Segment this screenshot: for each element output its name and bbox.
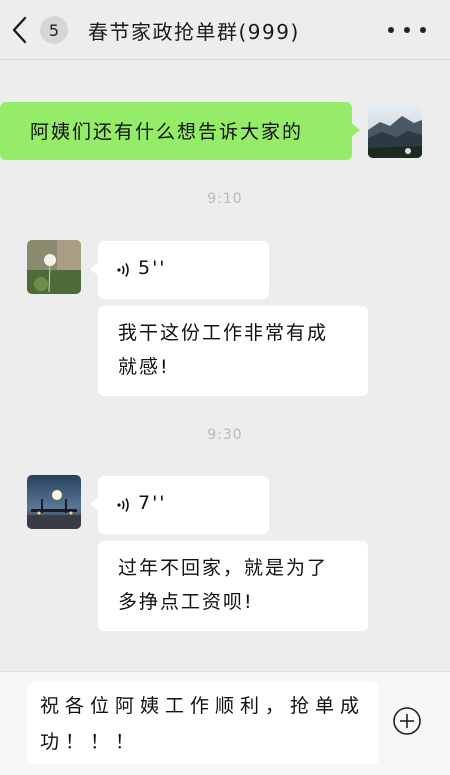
chat-screen: 5 春节家政抢单群(999) 阿姨们还有什么想告诉大家的 9:10 5'' 我干… [0, 0, 450, 775]
message-text-line: 多挣点工资呗! [118, 591, 254, 613]
back-button[interactable] [6, 14, 32, 46]
voice-wave-icon [117, 263, 129, 277]
more-dots-icon [388, 27, 394, 33]
message-list[interactable]: 阿姨们还有什么想告诉大家的 9:10 5'' 我干这份工作非常有成 就感! 9:… [0, 61, 450, 671]
more-dots-icon [420, 27, 426, 33]
message-timestamp: 9:10 [207, 191, 243, 207]
voice-wave-icon [117, 498, 129, 512]
message-text-line: 我干这份工作非常有成 [118, 322, 329, 344]
more-options-button[interactable] [388, 20, 426, 40]
more-actions-button[interactable] [392, 706, 422, 736]
message-text-line: 就感! [118, 356, 170, 378]
plus-circle-icon [393, 707, 421, 735]
message-text: 阿姨们还有什么想告诉大家的 [30, 121, 304, 143]
message-text-line: 过年不回家，就是为了 [118, 557, 329, 579]
unread-count-badge[interactable]: 5 [40, 16, 68, 44]
voice-duration: 7'' [138, 492, 167, 514]
bubble-tail [90, 496, 100, 512]
message-composer: 祝各位阿姨工作顺利，抢单成功！！！ [0, 671, 450, 775]
chevron-left-icon [12, 16, 27, 44]
chat-title: 春节家政抢单群(999) [88, 20, 300, 44]
voice-message-bubble[interactable]: 7'' [90, 476, 269, 534]
message-input[interactable]: 祝各位阿姨工作顺利，抢单成功！！！ [27, 682, 379, 764]
incoming-message-bubble[interactable]: 我干这份工作非常有成 就感! [98, 306, 368, 396]
outgoing-message-bubble[interactable]: 阿姨们还有什么想告诉大家的 [0, 102, 360, 160]
sender-avatar[interactable] [27, 475, 81, 529]
bubble-tail [90, 261, 100, 277]
more-dots-icon [404, 27, 410, 33]
my-avatar[interactable] [368, 104, 422, 158]
dandelion-photo-image [27, 240, 81, 294]
mountain-landscape-image [368, 104, 422, 158]
sender-avatar[interactable] [27, 240, 81, 294]
message-timestamp: 9:30 [207, 427, 243, 443]
chat-header: 5 春节家政抢单群(999) [0, 0, 450, 60]
night-bridge-photo-image [27, 475, 81, 529]
voice-duration: 5'' [138, 257, 167, 279]
bubble-tail [350, 122, 360, 138]
voice-message-bubble[interactable]: 5'' [90, 241, 269, 299]
incoming-message-bubble[interactable]: 过年不回家，就是为了 多挣点工资呗! [98, 541, 368, 631]
